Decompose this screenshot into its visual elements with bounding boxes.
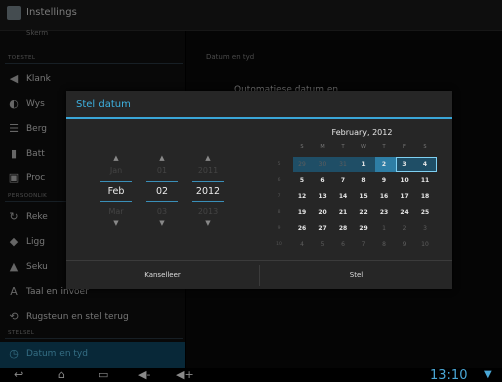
chevron-up-icon[interactable]: ▲ (111, 154, 121, 162)
calendar-day[interactable]: 3 (396, 157, 414, 172)
volume-up-icon[interactable]: ◀+ (176, 369, 194, 381)
calendar-day[interactable]: 2 (375, 157, 393, 172)
calendar-day[interactable]: 6 (334, 237, 352, 252)
spinner-prev-value: Jan (109, 166, 123, 175)
calendar-weekday-label: M (320, 144, 325, 150)
spinner-current-value[interactable]: Feb (96, 186, 136, 197)
chevron-up-icon[interactable]: ▲ (157, 154, 167, 162)
spinner-next-value: 2013 (197, 207, 219, 216)
chevron-down-icon[interactable]: ▼ (203, 219, 213, 227)
calendar-weekday-label: S (423, 144, 427, 150)
calendar-day[interactable]: 30 (314, 157, 332, 172)
calendar-day[interactable]: 7 (334, 173, 352, 188)
spinner-divider (100, 201, 132, 202)
calendar-week-number: 6 (277, 178, 281, 183)
calendar-month-label: February, 2012 (331, 128, 393, 137)
calendar-day[interactable]: 18 (416, 189, 434, 204)
calendar-week-number: 5 (277, 162, 281, 167)
calendar-day[interactable]: 4 (293, 237, 311, 252)
calendar-day[interactable]: 26 (293, 221, 311, 236)
calendar-day[interactable]: 23 (375, 205, 393, 220)
year-spinner[interactable]: ▲ 2011 2012 2013 ▼ (188, 154, 228, 264)
home-icon[interactable]: ⌂ (58, 369, 65, 381)
calendar-day[interactable]: 29 (355, 221, 373, 236)
calendar-day[interactable]: 4 (416, 157, 434, 172)
calendar-day[interactable]: 27 (314, 221, 332, 236)
calendar-day[interactable]: 19 (293, 205, 311, 220)
chevron-down-icon[interactable]: ▼ (157, 219, 167, 227)
system-nav-bar: ↩ ⌂ ▭ ◀- ◀+ 13:10 ▼ (0, 368, 502, 382)
calendar-day[interactable]: 10 (396, 173, 414, 188)
spinner-divider (100, 181, 132, 182)
tablet-screen: Instellings Skerm TOESTEL ◀ Klank ◐ Wys … (0, 0, 502, 382)
calendar-day[interactable]: 1 (375, 221, 393, 236)
day-spinner[interactable]: ▲ 01 02 03 ▼ (142, 154, 182, 264)
chevron-down-icon[interactable]: ▼ (111, 219, 121, 227)
calendar-day[interactable]: 9 (396, 237, 414, 252)
calendar-week-number: 7 (277, 194, 281, 199)
chevron-up-icon[interactable]: ▲ (203, 154, 213, 162)
spinner-divider (146, 201, 178, 202)
calendar-day[interactable]: 11 (416, 173, 434, 188)
calendar-day[interactable]: 25 (416, 205, 434, 220)
calendar-view[interactable]: February, 2012 S M T W T F S 5 29 30 31 1 2 3 4 6 5 6 7 8 9 1… (276, 124, 445, 268)
calendar-day[interactable]: 29 (293, 157, 311, 172)
calendar-day[interactable]: 17 (396, 189, 414, 204)
spinner-next-value: Mar (108, 207, 124, 216)
calendar-day[interactable]: 31 (334, 157, 352, 172)
calendar-week-number: 10 (276, 242, 282, 247)
calendar-weekday-label: T (341, 144, 345, 150)
spinner-divider (192, 201, 224, 202)
cancel-button[interactable]: Kanselleer (66, 261, 259, 290)
calendar-day[interactable]: 10 (416, 237, 434, 252)
calendar-day[interactable]: 28 (334, 221, 352, 236)
dialog-button-bar: Kanselleer Stel (66, 260, 452, 290)
calendar-day[interactable]: 3 (416, 221, 434, 236)
recent-apps-icon[interactable]: ▭ (98, 369, 108, 381)
calendar-day[interactable]: 1 (355, 157, 373, 172)
calendar-day[interactable]: 16 (375, 189, 393, 204)
dialog-title: Stel datum (76, 99, 131, 110)
spinner-prev-value: 2011 (197, 166, 219, 175)
calendar-day[interactable]: 9 (375, 173, 393, 188)
calendar-day[interactable]: 20 (314, 205, 332, 220)
spinner-current-value[interactable]: 2012 (188, 186, 228, 197)
calendar-day[interactable]: 12 (293, 189, 311, 204)
dialog-title-divider (66, 117, 452, 119)
calendar-day[interactable]: 24 (396, 205, 414, 220)
calendar-day[interactable]: 14 (334, 189, 352, 204)
calendar-day[interactable]: 2 (396, 221, 414, 236)
calendar-day[interactable]: 5 (314, 237, 332, 252)
calendar-day[interactable]: 22 (355, 205, 373, 220)
calendar-weekday-label: S (300, 144, 304, 150)
calendar-day[interactable]: 6 (314, 173, 332, 188)
calendar-day[interactable]: 7 (355, 237, 373, 252)
set-button[interactable]: Stel (260, 261, 453, 290)
spinner-current-value[interactable]: 02 (142, 186, 182, 197)
calendar-day[interactable]: 8 (375, 237, 393, 252)
calendar-day[interactable]: 21 (334, 205, 352, 220)
set-date-dialog: Stel datum ▲ Jan Feb Mar ▼ ▲ 01 02 03 ▼ … (66, 91, 452, 289)
calendar-day[interactable]: 15 (355, 189, 373, 204)
calendar-day[interactable]: 8 (355, 173, 373, 188)
spinner-next-value: 03 (156, 207, 168, 216)
month-spinner[interactable]: ▲ Jan Feb Mar ▼ (96, 154, 136, 264)
calendar-day[interactable]: 5 (293, 173, 311, 188)
spinner-prev-value: 01 (156, 166, 168, 175)
back-icon[interactable]: ↩ (14, 369, 23, 381)
calendar-week-number: 9 (277, 226, 281, 231)
calendar-weekday-label: W (361, 144, 366, 150)
spinner-divider (146, 181, 178, 182)
status-clock: 13:10 (430, 368, 468, 382)
calendar-week-number: 8 (277, 210, 281, 215)
wifi-icon: ▼ (484, 369, 492, 380)
volume-down-icon[interactable]: ◀- (138, 369, 150, 381)
calendar-weekday-label: T (382, 144, 386, 150)
spinner-divider (192, 181, 224, 182)
calendar-weekday-label: F (403, 144, 406, 150)
calendar-day[interactable]: 13 (314, 189, 332, 204)
